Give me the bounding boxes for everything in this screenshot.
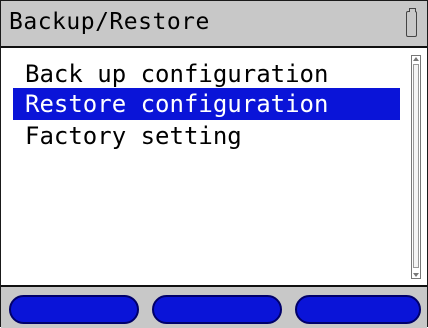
page-title: Backup/Restore [9,9,210,35]
menu-item-back-up-configuration[interactable]: Back up configuration [13,58,400,90]
softkey-left[interactable] [9,295,139,324]
scroll-thumb[interactable] [413,64,419,268]
softkey-middle[interactable] [152,295,282,324]
scrollbar[interactable] [411,55,421,279]
softkey-bar [1,285,427,328]
softkey-right[interactable] [295,295,421,324]
scroll-down-arrow-icon[interactable] [413,273,419,277]
menu-item-factory-setting[interactable]: Factory setting [13,120,400,152]
title-bar: Backup/Restore [1,1,427,48]
menu-item-restore-configuration[interactable]: Restore configuration [13,88,400,120]
menu-list: Back up configuration Restore configurat… [1,48,427,284]
battery-icon [406,8,417,37]
scroll-up-arrow-icon[interactable] [413,57,419,61]
device-screen: Backup/Restore Back up configuration Res… [0,0,428,328]
